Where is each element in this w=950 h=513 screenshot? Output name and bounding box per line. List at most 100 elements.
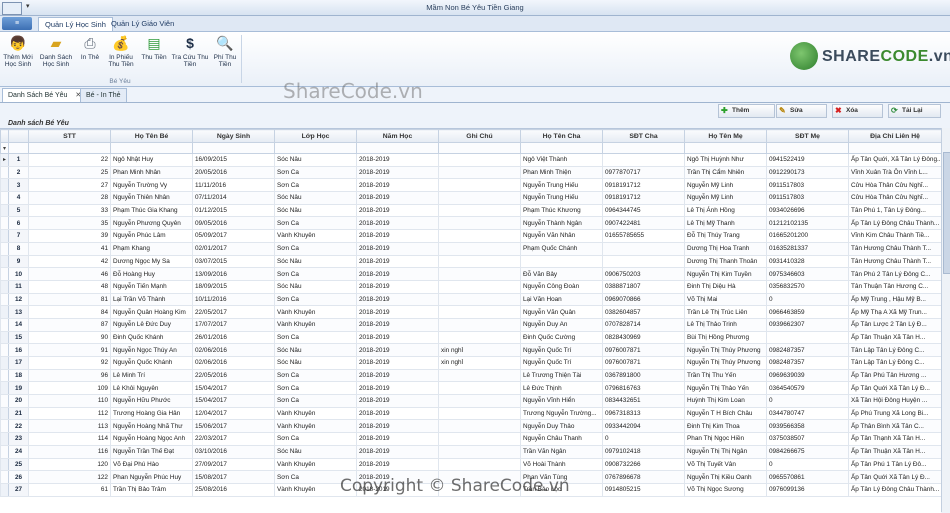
table-cell[interactable]: Cửu Hòa Thân Cửu Nghĩ...: [848, 191, 941, 205]
table-cell[interactable]: 2018-2019: [356, 254, 439, 269]
table-cell[interactable]: Phạm Thúc Gia Khang: [110, 203, 193, 218]
table-cell[interactable]: Sơn Ca: [274, 432, 357, 446]
table-cell[interactable]: Võ Thị Mai: [684, 292, 767, 307]
stt-cell[interactable]: 109: [28, 381, 111, 396]
add-button[interactable]: ✚ Thêm: [718, 104, 775, 118]
table-cell[interactable]: 26/01/2016: [192, 330, 275, 345]
scrollbar-thumb[interactable]: [943, 152, 950, 274]
table-cell[interactable]: Đỗ Thị Thúy Trang: [684, 229, 767, 243]
table-cell[interactable]: Bùi Thị Hồng Phương: [684, 330, 767, 345]
row-number[interactable]: 8: [8, 241, 29, 256]
table-cell[interactable]: Sóc Nâu: [274, 153, 357, 167]
table-cell[interactable]: Võ Thị Ngọc Sương: [684, 482, 767, 497]
table-cell[interactable]: Tân Phú 2 Tân Lý Đông C...: [848, 267, 941, 281]
table-cell[interactable]: Nguyễn Châu Thanh: [520, 432, 603, 446]
table-cell[interactable]: 0914805215: [602, 482, 685, 497]
row-selector[interactable]: [0, 406, 9, 421]
row-number[interactable]: 10: [8, 267, 29, 281]
table-row[interactable]: 23 114 Nguyễn Hoàng Ngọc Anh 22/03/2017 Sơn …: [0, 432, 941, 446]
table-cell[interactable]: Trần Thị Bảo Trâm: [110, 482, 193, 497]
table-cell[interactable]: Trần Thị Cẩm Nhiên: [684, 165, 767, 180]
table-cell[interactable]: [520, 254, 603, 269]
column-header[interactable]: SĐT Cha: [602, 129, 685, 143]
table-cell[interactable]: [438, 267, 521, 281]
table-cell[interactable]: 11/11/2016: [192, 178, 275, 193]
table-cell[interactable]: Nguyễn Văn Nhân: [520, 229, 603, 243]
row-number[interactable]: 2: [8, 165, 29, 180]
student-list-button[interactable]: ▰ Danh Sách Học Sinh: [38, 34, 74, 68]
row-selector[interactable]: [0, 368, 9, 383]
table-cell[interactable]: Lê Trương Thiện Tài: [520, 368, 603, 383]
stt-cell[interactable]: 81: [28, 292, 111, 307]
filter-cell[interactable]: [192, 142, 275, 154]
stt-cell[interactable]: 35: [28, 216, 111, 231]
row-number[interactable]: 4: [8, 191, 29, 205]
row-number[interactable]: 11: [8, 279, 29, 294]
table-cell[interactable]: Nguyễn Quốc Trí: [520, 343, 603, 357]
tab-quan-ly-giao-vien[interactable]: Quản Lý Giáo Viên: [105, 17, 180, 31]
table-cell[interactable]: 0979102418: [602, 444, 685, 459]
table-cell[interactable]: Nguyễn Hữu Phước: [110, 394, 193, 408]
table-cell[interactable]: Trương Nguyễn Trường...: [520, 406, 603, 421]
filter-cell[interactable]: [438, 142, 521, 154]
table-cell[interactable]: Ấp Tân Lý Đông Châu Thành...: [848, 482, 941, 497]
table-cell[interactable]: Lê Thị Ánh Hồng: [684, 203, 767, 218]
table-cell[interactable]: Vành Khuyên: [274, 305, 357, 319]
table-row[interactable]: 14 87 Nguyễn Lê Đức Duy 17/07/2017 Vành Khuy…: [0, 317, 941, 332]
table-cell[interactable]: 2018-2019: [356, 216, 439, 231]
table-cell[interactable]: 05/09/2017: [192, 229, 275, 243]
table-row[interactable]: 5 33 Phạm Thúc Gia Khang 01/12/2015 Sóc Nâu 2…: [0, 203, 941, 218]
table-cell[interactable]: 02/06/2016: [192, 356, 275, 370]
table-cell[interactable]: Võ Hoài Thành: [520, 457, 603, 472]
doctab-danh-sach-be-yeu[interactable]: Danh Sách Bé Yêu ✕: [2, 88, 88, 102]
table-cell[interactable]: Đỗ Hoàng Huy: [110, 267, 193, 281]
stt-cell[interactable]: 92: [28, 356, 111, 370]
row-selector[interactable]: [0, 241, 9, 256]
table-cell[interactable]: 0933442094: [602, 419, 685, 434]
table-cell[interactable]: 0367891800: [602, 368, 685, 383]
table-cell[interactable]: Trần Lê Thị Trúc Liên: [684, 305, 767, 319]
table-cell[interactable]: 2018-2019: [356, 203, 439, 218]
table-cell[interactable]: Sóc Nâu: [274, 356, 357, 370]
table-cell[interactable]: Sơn Ca: [274, 394, 357, 408]
filter-cell[interactable]: [8, 142, 29, 154]
stt-cell[interactable]: 87: [28, 317, 111, 332]
table-cell[interactable]: Trần Thị Thu Yến: [684, 368, 767, 383]
filter-cell[interactable]: [356, 142, 439, 154]
table-cell[interactable]: Vành Khuyên: [274, 419, 357, 434]
table-cell[interactable]: Nguyễn Quốc Trí: [520, 356, 603, 370]
table-cell[interactable]: 2018-2019: [356, 432, 439, 446]
row-selector[interactable]: [0, 279, 9, 294]
table-cell[interactable]: Sơn Ca: [274, 216, 357, 231]
table-cell[interactable]: 0364540579: [766, 381, 849, 396]
row-number[interactable]: 19: [8, 381, 29, 396]
table-cell[interactable]: 0382604857: [602, 305, 685, 319]
table-cell[interactable]: Sơn Ca: [274, 178, 357, 193]
table-cell[interactable]: Tân Lập Tân Lý Đông C...: [848, 343, 941, 357]
table-cell[interactable]: 2018-2019: [356, 394, 439, 408]
table-cell[interactable]: Lê Thị Thảo Trinh: [684, 317, 767, 332]
row-selector[interactable]: [0, 165, 9, 180]
table-cell[interactable]: 0907422481: [602, 216, 685, 231]
table-cell[interactable]: Phan Minh Thiện: [520, 165, 603, 180]
table-cell[interactable]: [438, 203, 521, 218]
table-cell[interactable]: [438, 419, 521, 434]
row-selector[interactable]: [0, 394, 9, 408]
table-cell[interactable]: 02/06/2016: [192, 343, 275, 357]
table-cell[interactable]: Huỳnh Thị Kim Loan: [684, 394, 767, 408]
row-number[interactable]: 13: [8, 305, 29, 319]
edit-button[interactable]: ✎ Sửa: [776, 104, 827, 118]
table-row[interactable]: ▸ 1 22 Ngô Nhật Huy 16/09/2015 Sóc Nâu 2018-20…: [0, 153, 941, 167]
table-cell[interactable]: Nguyễn Mỹ Linh: [684, 178, 767, 193]
table-cell[interactable]: 2018-2019: [356, 292, 439, 307]
table-cell[interactable]: Vĩnh Xuân Trà Ôn Vĩnh L...: [848, 165, 941, 180]
table-cell[interactable]: Nguyễn Văn Quân: [520, 305, 603, 319]
table-row[interactable]: 22 113 Nguyễn Hoàng Nhã Thư 15/06/2017 Vành …: [0, 419, 941, 434]
row-number[interactable]: 16: [8, 343, 29, 357]
table-cell[interactable]: Nguyễn Duy An: [520, 317, 603, 332]
table-cell[interactable]: [438, 305, 521, 319]
table-cell[interactable]: 0934026696: [766, 203, 849, 218]
table-cell[interactable]: 2018-2019: [356, 178, 439, 193]
row-number[interactable]: 25: [8, 457, 29, 472]
table-cell[interactable]: 17/07/2017: [192, 317, 275, 332]
